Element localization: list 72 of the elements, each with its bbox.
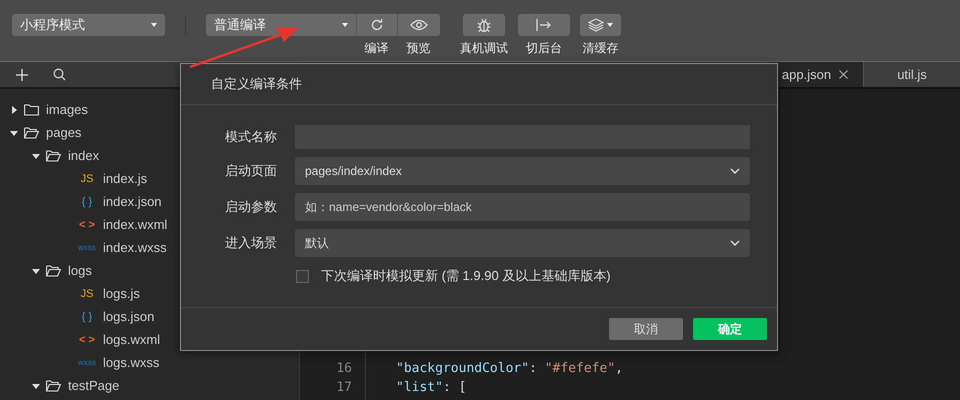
compile-button[interactable] <box>356 14 397 36</box>
folder-icon <box>24 104 39 116</box>
eye-icon <box>410 19 428 31</box>
field-label: 启动参数 <box>224 198 277 216</box>
chevron-down-icon <box>730 168 740 174</box>
refresh-icon <box>370 18 384 32</box>
folder-name[interactable]: pages <box>46 125 82 140</box>
code-line: "list": [ <box>396 380 466 395</box>
file-type-icon: { } <box>78 196 96 208</box>
file-type-icon: wxss <box>78 243 96 252</box>
expanded-arrow-icon[interactable] <box>32 266 40 274</box>
input-field[interactable]: 如：name=vendor&color=black <box>295 193 750 221</box>
field-label: 进入场景 <box>224 234 277 252</box>
code-line: "backgroundColor": "#fefefe", <box>396 361 623 376</box>
caret-icon <box>607 23 613 27</box>
file-name[interactable]: logs.js <box>103 286 140 301</box>
folder-name[interactable]: testPage <box>68 378 120 393</box>
open-folder-icon <box>24 126 39 138</box>
open-folder-icon <box>46 380 61 392</box>
expanded-arrow-icon[interactable] <box>32 152 40 160</box>
file-type-icon: { } <box>78 310 96 322</box>
line-number: 16 <box>335 361 352 376</box>
background-button[interactable] <box>518 14 570 36</box>
field-label: 启动页面 <box>224 162 277 180</box>
field-label: 模式名称 <box>224 128 277 146</box>
select-field[interactable]: 默认 <box>295 229 750 257</box>
file-type-icon: JS <box>78 172 96 184</box>
preview-button[interactable] <box>397 14 440 36</box>
action-label: 预览 <box>406 40 430 57</box>
exit-arrow-icon <box>535 18 553 32</box>
folder-name[interactable]: logs <box>68 263 92 278</box>
expanded-arrow-icon[interactable] <box>32 382 40 390</box>
open-folder-icon <box>46 264 61 276</box>
close-icon[interactable] <box>839 70 848 79</box>
cache-button[interactable] <box>580 14 621 36</box>
line-number: 17 <box>335 380 352 395</box>
file-name[interactable]: logs.wxss <box>103 355 160 370</box>
expanded-arrow-icon[interactable] <box>10 128 18 136</box>
folder-name[interactable]: index <box>68 148 100 163</box>
search-icon[interactable] <box>53 68 66 81</box>
compile-select[interactable]: 普通编译 <box>206 14 356 36</box>
collapsed-arrow-icon[interactable] <box>10 106 18 114</box>
mode-select[interactable]: 小程序模式 <box>12 14 165 36</box>
debug-button[interactable] <box>463 14 505 36</box>
dialog-title: 自定义编译条件 <box>181 64 777 105</box>
action-label: 清缓存 <box>582 40 618 57</box>
select-field[interactable]: pages/index/index <box>295 157 750 185</box>
layers-icon <box>588 18 604 32</box>
file-type-icon: JS <box>78 288 96 300</box>
checkbox[interactable] <box>296 270 309 282</box>
file-name[interactable]: index.js <box>103 171 148 186</box>
editor-tab[interactable]: util.js <box>863 62 960 87</box>
file-type-icon: < > <box>78 334 96 346</box>
folder-name[interactable]: images <box>46 102 88 117</box>
file-name[interactable]: index.wxss <box>103 240 167 255</box>
file-type-icon: wxss <box>78 358 96 367</box>
file-name[interactable]: index.wxml <box>103 217 168 232</box>
action-label: 真机调试 <box>460 40 508 57</box>
plus-icon[interactable] <box>16 68 28 80</box>
open-folder-icon <box>46 150 61 162</box>
checkbox-label: 下次编译时模拟更新 (需 1.9.90 及以上基础库版本) <box>321 267 611 285</box>
file-name[interactable]: logs.json <box>103 309 154 324</box>
caret-icon <box>151 23 157 27</box>
file-name[interactable]: index.json <box>103 194 162 209</box>
caret-icon <box>342 23 348 27</box>
action-label: 编译 <box>364 40 388 57</box>
action-label: 切后台 <box>526 40 562 57</box>
chevron-down-icon <box>730 240 740 246</box>
cancel-button[interactable]: 取消 <box>609 318 683 340</box>
file-name[interactable]: logs.wxml <box>103 332 160 347</box>
bug-icon <box>476 17 492 33</box>
file-type-icon: < > <box>78 218 96 230</box>
